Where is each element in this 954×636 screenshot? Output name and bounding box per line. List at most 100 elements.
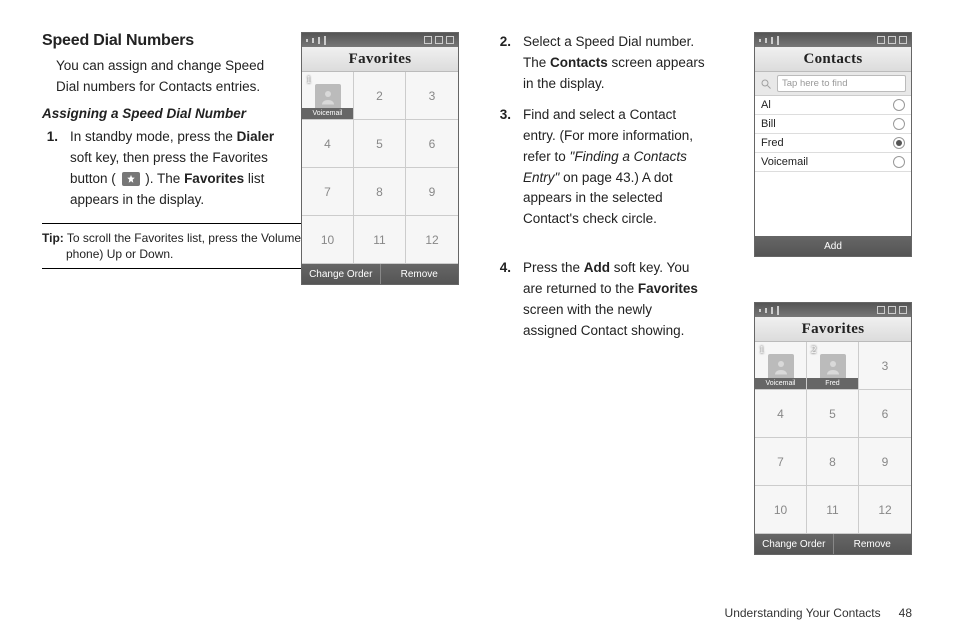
softkey-change-order[interactable]: Change Order xyxy=(302,264,380,284)
text: ). The xyxy=(142,171,185,186)
radio-icon[interactable] xyxy=(893,156,905,168)
bold-text: Dialer xyxy=(237,129,275,144)
phone-status-bar xyxy=(755,303,911,317)
favorites-slot-11[interactable]: 11 xyxy=(354,216,406,264)
step-body: Find and select a Contact entry. (For mo… xyxy=(523,105,705,231)
favorites-slot-5[interactable]: 5 xyxy=(354,120,406,168)
search-input[interactable]: Tap here to find xyxy=(777,75,906,92)
text: screen with the newly assigned Contact s… xyxy=(523,302,684,338)
favorites-grid: 1 Voicemail 2 3 4 5 6 7 8 9 10 11 12 xyxy=(302,72,458,264)
contact-row[interactable]: Voicemail xyxy=(755,153,911,172)
favorites-slot-8[interactable]: 8 xyxy=(807,438,859,486)
phone-status-bar xyxy=(302,33,458,47)
page-footer: Understanding Your Contacts 48 xyxy=(725,606,912,620)
contact-row[interactable]: Fred xyxy=(755,134,911,153)
contact-name: Al xyxy=(761,99,771,111)
section-intro: You can assign and change Speed Dial num… xyxy=(56,56,291,98)
slot-label: Voicemail xyxy=(755,378,806,389)
favorites-slot-1[interactable]: 1 Voicemail xyxy=(755,342,807,390)
slot-number: 6 xyxy=(882,407,889,421)
slot-number: 4 xyxy=(324,137,331,151)
slot-number: 11 xyxy=(373,233,385,247)
step-number: 1. xyxy=(42,127,58,211)
softkey-bar: Change Order Remove xyxy=(302,264,458,284)
contact-row[interactable]: Bill xyxy=(755,115,911,134)
slot-number: 7 xyxy=(324,185,331,199)
softkey-change-order[interactable]: Change Order xyxy=(755,534,833,554)
radio-icon[interactable] xyxy=(893,118,905,130)
phone-title: Favorites xyxy=(755,317,911,342)
slot-number: 9 xyxy=(882,455,889,469)
favorites-slot-3[interactable]: 3 xyxy=(406,72,458,120)
phone-contacts-screenshot: Contacts Tap here to find Al Bill Fred V… xyxy=(754,32,912,257)
footer-chapter: Understanding Your Contacts xyxy=(725,606,881,620)
slot-number: 2 xyxy=(376,89,383,103)
favorites-slot-3[interactable]: 3 xyxy=(859,342,911,390)
search-icon xyxy=(760,78,772,90)
favorites-slot-11[interactable]: 11 xyxy=(807,486,859,534)
phone-favorites2-screenshot: Favorites 1 Voicemail 2 Fred 3 4 5 6 7 8 xyxy=(754,302,912,555)
avatar-icon xyxy=(820,354,846,380)
favorites-slot-10[interactable]: 10 xyxy=(755,486,807,534)
slot-number: 1 xyxy=(306,74,312,86)
slot-number: 5 xyxy=(829,407,836,421)
section-subtitle: Assigning a Speed Dial Number xyxy=(42,106,292,121)
phone-favorites-screenshot: Favorites 1 Voicemail 2 3 4 5 6 7 8 9 10… xyxy=(301,32,459,285)
slot-number: 6 xyxy=(429,137,436,151)
slot-label: Voicemail xyxy=(302,108,353,119)
softkey-bar: Add xyxy=(755,236,911,256)
slot-number: 10 xyxy=(321,233,334,247)
contact-name: Fred xyxy=(761,137,784,149)
slot-number: 5 xyxy=(376,137,383,151)
softkey-remove[interactable]: Remove xyxy=(380,264,459,284)
step-number: 3. xyxy=(495,105,511,231)
favorites-slot-1[interactable]: 1 Voicemail xyxy=(302,72,354,120)
favorites-slot-10[interactable]: 10 xyxy=(302,216,354,264)
softkey-add[interactable]: Add xyxy=(755,236,911,256)
favorites-slot-6[interactable]: 6 xyxy=(406,120,458,168)
favorites-slot-12[interactable]: 12 xyxy=(859,486,911,534)
phone-title: Favorites xyxy=(302,47,458,72)
text: Press the xyxy=(523,260,584,275)
softkey-remove[interactable]: Remove xyxy=(833,534,912,554)
step-body: Press the Add soft key. You are returned… xyxy=(523,258,705,342)
favorites-slot-8[interactable]: 8 xyxy=(354,168,406,216)
slot-number: 1 xyxy=(759,344,765,356)
contact-name: Voicemail xyxy=(761,156,808,168)
favorites-slot-4[interactable]: 4 xyxy=(755,390,807,438)
bold-text: Favorites xyxy=(184,171,244,186)
search-row: Tap here to find xyxy=(755,72,911,96)
favorites-slot-7[interactable]: 7 xyxy=(755,438,807,486)
step-3: 3. Find and select a Contact entry. (For… xyxy=(495,105,705,231)
slot-number: 10 xyxy=(774,503,787,517)
avatar-icon xyxy=(315,84,341,110)
slot-number: 3 xyxy=(882,359,889,373)
favorites-slot-7[interactable]: 7 xyxy=(302,168,354,216)
step-2: 2. Select a Speed Dial number. The Conta… xyxy=(495,32,705,95)
favorites-slot-12[interactable]: 12 xyxy=(406,216,458,264)
favorites-slot-4[interactable]: 4 xyxy=(302,120,354,168)
bold-text: Contacts xyxy=(550,55,608,70)
favorites-slot-5[interactable]: 5 xyxy=(807,390,859,438)
contact-row[interactable]: Al xyxy=(755,96,911,115)
slot-number: 11 xyxy=(826,503,838,517)
avatar-icon xyxy=(768,354,794,380)
favorites-slot-6[interactable]: 6 xyxy=(859,390,911,438)
radio-icon-selected[interactable] xyxy=(893,137,905,149)
step-number: 2. xyxy=(495,32,511,95)
bold-text: Add xyxy=(584,260,610,275)
slot-number: 8 xyxy=(829,455,836,469)
radio-icon[interactable] xyxy=(893,99,905,111)
text: In standby mode, press the xyxy=(70,129,237,144)
slot-number: 4 xyxy=(777,407,784,421)
favorites-slot-9[interactable]: 9 xyxy=(406,168,458,216)
step-number: 4. xyxy=(495,258,511,342)
footer-page-number: 48 xyxy=(899,606,912,620)
slot-number: 8 xyxy=(376,185,383,199)
favorites-slot-9[interactable]: 9 xyxy=(859,438,911,486)
favorites-slot-2[interactable]: 2 xyxy=(354,72,406,120)
favorites-slot-2[interactable]: 2 Fred xyxy=(807,342,859,390)
slot-label: Fred xyxy=(807,378,858,389)
slot-number: 3 xyxy=(429,89,436,103)
contact-list: Al Bill Fred Voicemail xyxy=(755,96,911,236)
